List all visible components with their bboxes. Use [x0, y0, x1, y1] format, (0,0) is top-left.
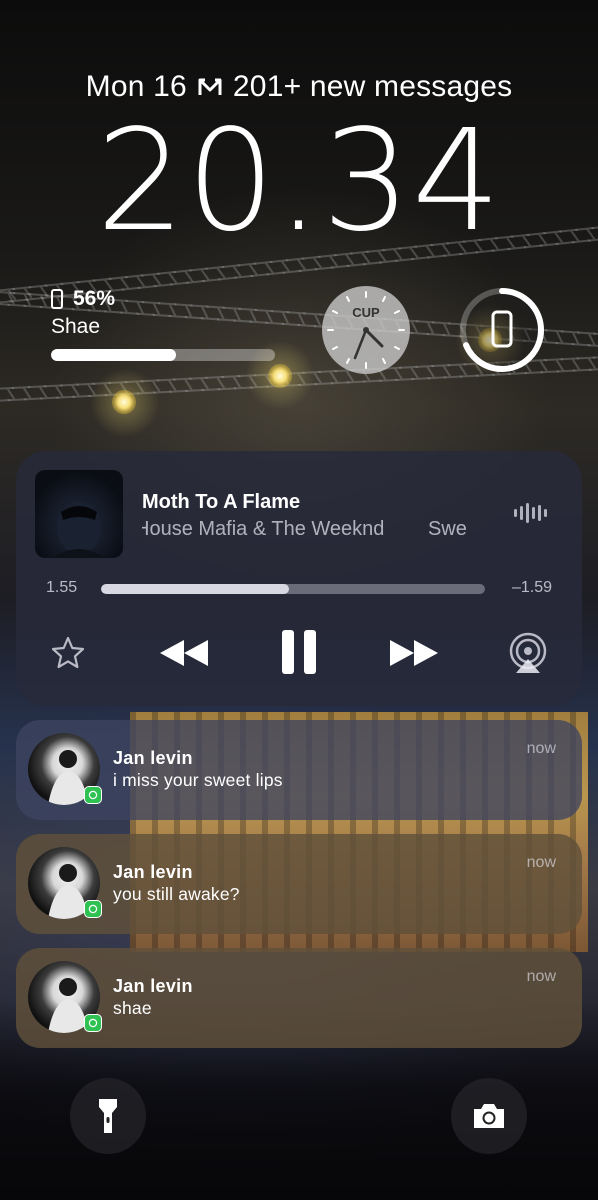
audio-waveform-icon	[514, 503, 547, 523]
battery-widget[interactable]: 56% Shae	[51, 287, 277, 361]
flashlight-button[interactable]	[70, 1078, 146, 1154]
clock-face-icon	[327, 291, 405, 369]
device-battery-ring-widget[interactable]	[457, 285, 547, 375]
whatsapp-icon	[84, 786, 102, 804]
camera-icon	[474, 1104, 504, 1128]
notification-time: now	[526, 968, 556, 985]
song-artist: House Mafia & The Weeknd	[142, 518, 385, 540]
playback-progress	[101, 584, 290, 594]
rewind-button[interactable]	[156, 631, 212, 675]
notification-time: now	[526, 854, 556, 871]
mail-summary: 201+ new messages	[232, 70, 513, 103]
lock-clock: 20.34	[96, 100, 502, 263]
world-clock-city: CUP	[352, 305, 380, 320]
notification-message: shae	[113, 998, 152, 1018]
notification-sender: Jan levin	[113, 862, 193, 882]
battery-percent: 56%	[73, 287, 116, 310]
playback-scrubber[interactable]	[101, 584, 485, 594]
notification-message: you still awake?	[113, 884, 240, 904]
star-icon[interactable]	[46, 631, 90, 675]
battery-level-fill	[51, 349, 177, 361]
fast-forward-button[interactable]	[386, 631, 442, 675]
notification-card[interactable]: Jan levin i miss your sweet lips now	[16, 720, 582, 820]
airplay-icon[interactable]	[504, 629, 552, 677]
notification-message: i miss your sweet lips	[113, 770, 283, 790]
phone-icon	[51, 289, 63, 309]
stage-light	[112, 390, 136, 414]
notification-time: now	[526, 740, 556, 757]
flashlight-icon	[99, 1099, 117, 1133]
pause-button[interactable]	[276, 625, 322, 679]
battery-level-bar	[51, 349, 275, 361]
notification-card[interactable]: Jan levin you still awake? now	[16, 834, 582, 934]
album-artwork[interactable]	[35, 470, 123, 558]
camera-button[interactable]	[451, 1078, 527, 1154]
stage-light	[268, 364, 292, 388]
song-title: Moth To A Flame	[142, 491, 301, 513]
whatsapp-icon	[84, 1014, 102, 1032]
battery-device-name: Shae	[51, 315, 101, 338]
world-clock-widget[interactable]: CUP	[322, 286, 410, 374]
elapsed-time: 1.55	[46, 579, 78, 596]
whatsapp-icon	[84, 900, 102, 918]
album-name: Swe	[427, 518, 467, 540]
notification-card[interactable]: Jan levin shae now	[16, 948, 582, 1048]
date-line: Mon 16 201+ new messages	[0, 70, 598, 104]
battery-ring-icon	[460, 288, 544, 372]
notification-sender: Jan levin	[113, 748, 193, 768]
remaining-time: –1.59	[511, 579, 552, 596]
now-playing-widget[interactable]: Moth To A Flame House Mafia & The Weeknd…	[16, 451, 582, 706]
date-text: Mon 16	[85, 70, 187, 103]
song-subtitle: House Mafia & The Weeknd Swe	[142, 518, 500, 541]
notification-sender: Jan levin	[113, 976, 193, 996]
mail-icon	[197, 76, 223, 98]
